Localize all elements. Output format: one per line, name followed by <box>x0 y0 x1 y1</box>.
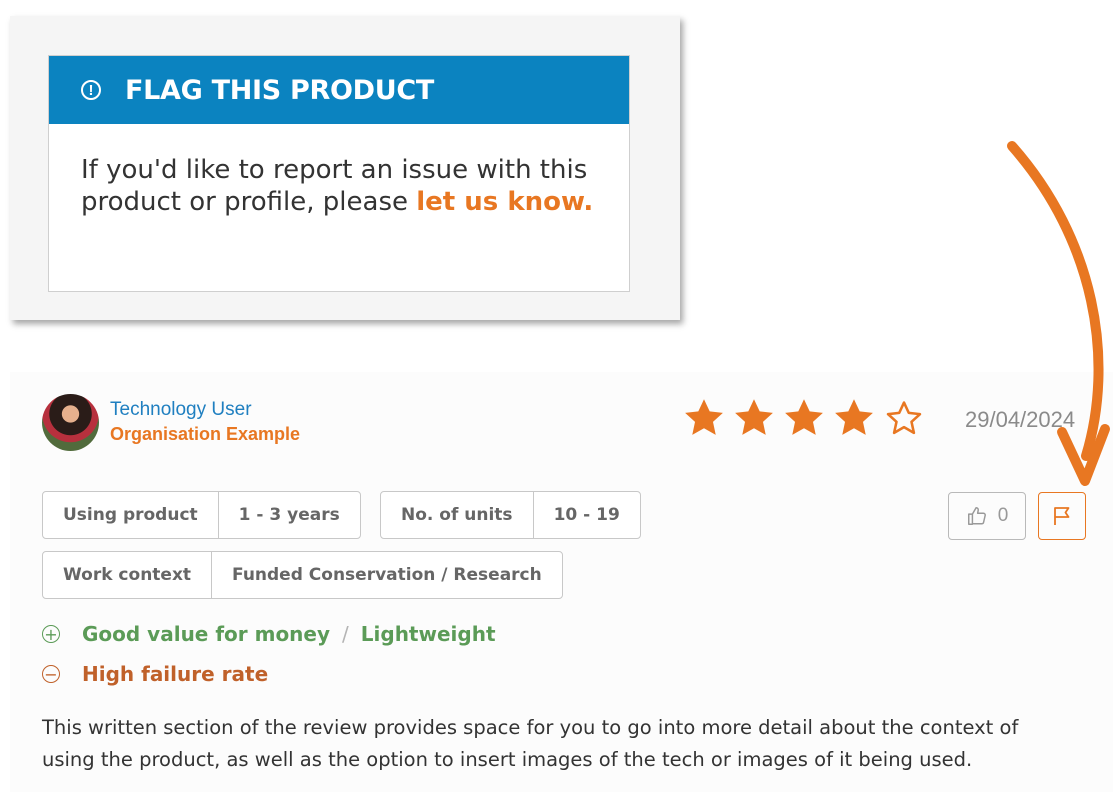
reviewer-name[interactable]: Technology User <box>110 399 252 421</box>
pro-item: Lightweight <box>360 622 496 646</box>
tag-value: 10 - 19 <box>532 492 640 538</box>
con-item: High failure rate <box>82 662 269 686</box>
cons-list: − High failure rate <box>42 662 268 686</box>
star-icon <box>735 399 773 435</box>
flag-card-title: FLAG THIS PRODUCT <box>125 74 435 106</box>
tag-work-context: Work context Funded Conservation / Resea… <box>42 551 563 599</box>
review-date: 29/04/2024 <box>965 407 1076 432</box>
review-description: This written section of the review provi… <box>42 716 1019 771</box>
tag-label: No. of units <box>401 505 513 525</box>
pro-item: Good value for money <box>82 622 331 646</box>
tag-no-of-units: No. of units 10 - 19 <box>380 491 641 539</box>
info-icon: ! <box>81 80 101 100</box>
tag-value: 1 - 3 years <box>217 492 360 538</box>
tag-label: Work context <box>63 565 192 585</box>
star-rating <box>681 396 927 440</box>
plus-circle-icon: + <box>42 625 60 644</box>
let-us-know-link[interactable]: let us know. <box>416 187 593 217</box>
tag-using-product: Using product 1 - 3 years <box>42 491 361 539</box>
pros-list: + Good value for money / Lightweight <box>42 622 496 646</box>
thumbs-up-icon <box>967 507 986 525</box>
like-count: 0 <box>997 505 1009 526</box>
avatar <box>42 394 99 451</box>
star-icon <box>785 399 823 435</box>
like-button[interactable]: 0 <box>948 492 1026 540</box>
tag-value: Funded Conservation / Research <box>211 552 562 598</box>
flag-card-header: ! FLAG THIS PRODUCT <box>49 56 629 124</box>
minus-circle-icon: − <box>42 665 60 684</box>
star-outline-icon <box>886 401 922 435</box>
tag-label: Using product <box>63 505 198 525</box>
flag-icon <box>1054 507 1070 525</box>
pros-separator: / <box>342 622 349 646</box>
star-icon <box>685 399 723 435</box>
star-icon <box>835 399 873 435</box>
flag-review-button[interactable] <box>1038 492 1086 540</box>
flag-product-card: ! FLAG THIS PRODUCT If you'd like to rep… <box>48 55 630 292</box>
flag-card-body: If you'd like to report an issue with th… <box>49 124 629 218</box>
organisation-name[interactable]: Organisation Example <box>110 424 300 445</box>
